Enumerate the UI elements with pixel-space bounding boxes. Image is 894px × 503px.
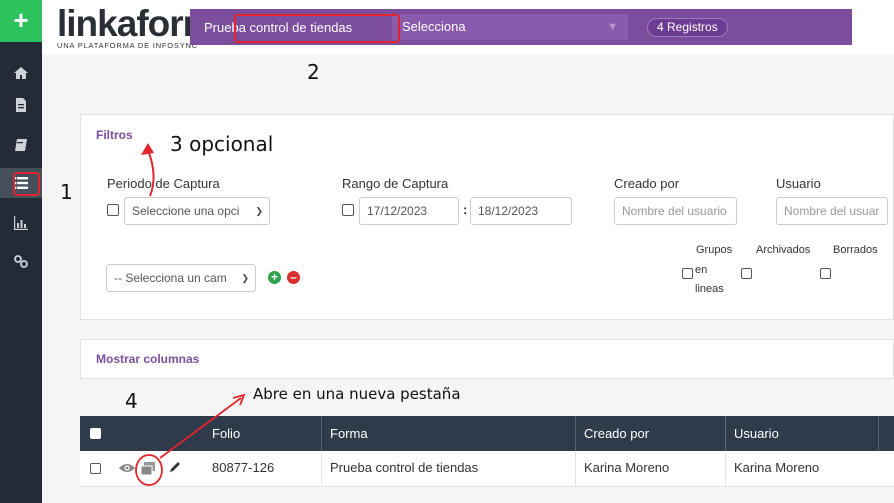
cell-creado-por: Karina Moreno — [575, 451, 725, 487]
sidebar-item-connections[interactable] — [0, 246, 42, 276]
open-new-tab-icon[interactable] — [140, 461, 156, 481]
sidebar-item-home[interactable] — [0, 58, 42, 88]
creado-por-label: Creado por — [614, 176, 680, 191]
annotation-step-3: 3 opcional — [170, 132, 274, 156]
column-header-more[interactable] — [878, 416, 894, 451]
row-checkbox[interactable] — [90, 463, 101, 474]
grupos-checkbox[interactable] — [682, 268, 693, 279]
chevron-down-icon: ❯ — [241, 273, 249, 283]
remove-filter-button[interactable]: – — [287, 271, 300, 284]
mostrar-columnas-link[interactable]: Mostrar columnas — [96, 352, 199, 366]
periodo-select[interactable]: Seleccione una opci ❯ — [124, 197, 270, 225]
usuario-label: Usuario — [776, 176, 821, 191]
borrados-label: Borrados — [833, 244, 878, 256]
borrados-checkbox[interactable] — [820, 268, 831, 279]
campo-select[interactable]: -- Selecciona un cam ❯ — [106, 264, 256, 292]
link-icon — [14, 255, 28, 268]
select-all-checkbox[interactable] — [90, 428, 101, 439]
usuario-input[interactable]: Nombre del usuar — [776, 197, 888, 225]
column-header-creado-por[interactable]: Creado por — [575, 416, 725, 451]
view-icon[interactable] — [118, 461, 136, 480]
cell-forma: Prueba control de tiendas — [321, 451, 575, 487]
column-header-forma[interactable]: Forma — [321, 416, 575, 451]
annotation-step-4: 4 — [125, 389, 138, 413]
add-button[interactable]: + — [0, 0, 42, 42]
archivados-label: Archivados — [756, 244, 811, 256]
form-select[interactable]: Selecciona ▼ — [392, 14, 628, 40]
chart-icon — [14, 216, 28, 230]
annotation-step-1: 1 — [60, 180, 73, 204]
highlight-records-menu — [13, 172, 40, 196]
add-filter-button[interactable]: + — [268, 271, 281, 284]
annotation-step-2: 2 — [307, 60, 320, 84]
cell-folio: 80877-126 — [212, 460, 275, 475]
rango-checkbox[interactable] — [342, 204, 354, 216]
creado-por-input[interactable]: Nombre del usuario — [614, 197, 737, 225]
column-header-folio[interactable]: Folio — [204, 416, 321, 451]
rango-label: Rango de Captura — [342, 176, 449, 191]
table-header: Folio Forma Creado por Usuario — [80, 416, 894, 451]
filters-title[interactable]: Filtros — [96, 128, 133, 142]
sidebar: + — [0, 0, 42, 503]
sidebar-item-book[interactable] — [0, 130, 42, 160]
chevron-down-icon: ❯ — [255, 206, 263, 216]
sidebar-item-reports[interactable] — [0, 208, 42, 238]
annotation-note: Abre en una nueva pestaña — [253, 385, 461, 403]
en-label: en — [695, 264, 708, 276]
periodo-select-value: Seleccione una opci — [132, 204, 240, 218]
sidebar-item-documents[interactable] — [0, 90, 42, 120]
date-separator: : — [463, 202, 468, 217]
form-select-value: Selecciona — [402, 19, 466, 34]
date-start-input[interactable]: 17/12/2023 — [359, 197, 459, 225]
chevron-down-icon: ▼ — [607, 21, 618, 33]
periodo-checkbox[interactable] — [107, 204, 119, 216]
campo-select-value: -- Selecciona un cam — [114, 271, 227, 285]
table-row[interactable]: 80877-126 Prueba control de tiendas Kari… — [80, 451, 894, 487]
lineas-label: lineas — [695, 283, 724, 295]
home-icon — [14, 67, 28, 79]
cell-usuario: Karina Moreno — [725, 451, 875, 487]
document-icon — [16, 98, 26, 112]
records-count-badge: 4 Registros — [647, 18, 728, 37]
book-icon — [15, 139, 27, 151]
periodo-label: Periodo de Captura — [107, 176, 220, 191]
grupos-label: Grupos — [696, 244, 733, 256]
date-end-input[interactable]: 18/12/2023 — [470, 197, 572, 225]
edit-icon[interactable] — [168, 460, 182, 479]
column-header-usuario[interactable]: Usuario — [725, 416, 875, 451]
archivados-checkbox[interactable] — [741, 268, 752, 279]
columns-panel: Mostrar columnas — [80, 339, 894, 379]
highlight-form-name — [234, 14, 400, 43]
